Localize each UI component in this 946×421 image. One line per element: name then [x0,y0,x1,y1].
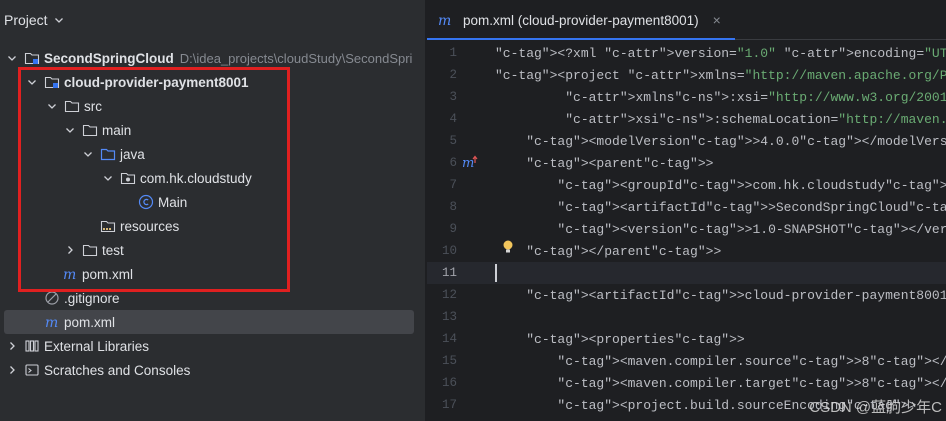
line-number: 14 [441,332,457,346]
code-text[interactable]: "c-tag"><maven.compiler.target"c-tag">>8… [495,376,946,391]
watermark: CSDN @蓝朐少年C [809,399,942,416]
code-line[interactable]: 11 [427,262,946,284]
project-tool-window: Project SecondSpringCloud D:\idea_projec… [0,0,426,421]
tree-item-root-pom[interactable]: m pom.xml [4,310,414,334]
line-number: 11 [441,266,457,280]
tab-pom-xml[interactable]: m pom.xml (cloud-provider-payment8001) × [427,0,731,40]
code-line[interactable]: 13 [427,306,946,328]
code-line[interactable]: 12 "c-tag"><artifactId"c-tag">>cloud-pro… [427,284,946,306]
tree-item-scratches[interactable]: Scratches and Consoles [0,358,425,382]
line-number: 13 [441,310,457,324]
chevron-down-icon[interactable] [6,52,18,64]
code-line[interactable]: 14 "c-tag"><properties"c-tag">> [427,328,946,350]
code-text[interactable]: "c-tag"><project "c-attr">xmlns="http://… [495,68,946,83]
tab-label: pom.xml (cloud-provider-payment8001) [463,12,699,28]
code-text[interactable]: "c-tag"><artifactId"c-tag">>SecondSpring… [495,200,946,215]
chevron-down-icon[interactable] [54,15,64,25]
chevron-right-icon[interactable] [6,364,18,376]
code-text[interactable]: "c-tag"><artifactId"c-tag">>cloud-provid… [495,288,946,303]
line-number: 12 [441,288,457,302]
maven-icon: m [44,314,60,330]
module-folder-icon [24,50,40,66]
line-number: 7 [449,178,457,192]
lightbulb-icon[interactable] [499,238,517,256]
line-number: 15 [441,354,457,368]
text-caret [495,264,497,282]
code-line[interactable]: 6 "c-tag"><parent"c-tag">> [427,152,946,174]
editor-tab-bar: m pom.xml (cloud-provider-payment8001) × [427,0,946,40]
line-number: 3 [449,90,457,104]
line-number: 1 [449,46,457,60]
code-line[interactable]: 7 "c-tag"><groupId"c-tag">>com.hk.clouds… [427,174,946,196]
code-text[interactable]: "c-tag"><parent"c-tag">> [495,156,713,171]
code-text[interactable]: "c-tag"><groupId"c-tag">>com.hk.cloudstu… [495,178,946,193]
tree-item-label: SecondSpringCloud [44,50,174,66]
code-text[interactable]: "c-tag"></parent"c-tag">> [495,244,721,259]
line-number: 5 [449,134,457,148]
code-text[interactable]: "c-tag"><maven.compiler.source"c-tag">>8… [495,354,946,369]
tree-item-label: .gitignore [64,290,120,306]
active-tab-indicator [427,38,735,40]
chevron-right-icon[interactable] [6,340,18,352]
code-line[interactable]: 5 "c-tag"><modelVersion"c-tag">>4.0.0"c-… [427,130,946,152]
code-line[interactable]: 16 "c-tag"><maven.compiler.target"c-tag"… [427,372,946,394]
code-text[interactable]: "c-attr">xsi"c-ns">:schemaLocation="http… [495,112,946,127]
libraries-icon [24,338,40,354]
project-path: D:\idea_projects\cloudStudy\SecondSpri [179,50,413,66]
code-line[interactable]: 15 "c-tag"><maven.compiler.source"c-tag"… [427,350,946,372]
code-text[interactable]: "c-tag"><?xml "c-attr">version="1.0" "c-… [495,46,946,61]
close-icon[interactable]: × [713,12,721,28]
svg-text:m: m [462,156,474,170]
code-line[interactable]: 8 "c-tag"><artifactId"c-tag">>SecondSpri… [427,196,946,218]
tree-item-external-libraries[interactable]: External Libraries [0,334,425,358]
code-text[interactable]: "c-tag"><version"c-tag">>1.0-SNAPSHOT"c-… [495,222,946,237]
code-line[interactable]: 2 "c-tag"><project "c-attr">xmlns="http:/… [427,64,946,86]
ignore-icon [44,290,60,306]
tree-item-label: External Libraries [44,338,150,354]
line-number: 10 [441,244,457,258]
project-panel-title[interactable]: Project [4,12,48,28]
line-number: 16 [441,376,457,390]
code-text[interactable]: "c-attr">xmlns"c-ns">:xsi="http://www.w3… [495,90,946,105]
svg-text:m: m [45,315,58,330]
tree-item-label: Scratches and Consoles [44,362,191,378]
svg-text:m: m [438,13,451,28]
code-line[interactable]: 9 "c-tag"><version"c-tag">>1.0-SNAPSHOT"… [427,218,946,240]
line-number: 4 [449,112,457,126]
maven-icon: m [437,12,453,28]
code-line[interactable]: 1 "c-tag"><?xml "c-attr">version="1.0" "c… [427,42,946,64]
code-text[interactable]: "c-tag"><properties"c-tag">> [495,332,744,347]
code-line[interactable]: 4 "c-attr">xsi"c-ns">:schemaLocation="ht… [427,108,946,130]
code-line[interactable]: 3 "c-attr">xmlns"c-ns">:xsi="http://www.… [427,86,946,108]
project-panel-header[interactable]: Project [0,0,425,40]
code-text[interactable]: "c-tag"><modelVersion"c-tag">>4.0.0"c-ta… [495,134,946,149]
line-number: 17 [441,398,457,412]
scratches-icon [24,362,40,378]
annotation-highlight-box [18,67,290,292]
line-number: 9 [449,222,457,236]
line-number: 8 [449,200,457,214]
override-marker-icon[interactable]: m [461,153,479,171]
tree-item-label: pom.xml [64,314,116,330]
line-number: 2 [449,68,457,82]
line-number: 6 [449,156,457,170]
editor-area[interactable]: m pom.xml (cloud-provider-payment8001) ×… [427,0,946,421]
